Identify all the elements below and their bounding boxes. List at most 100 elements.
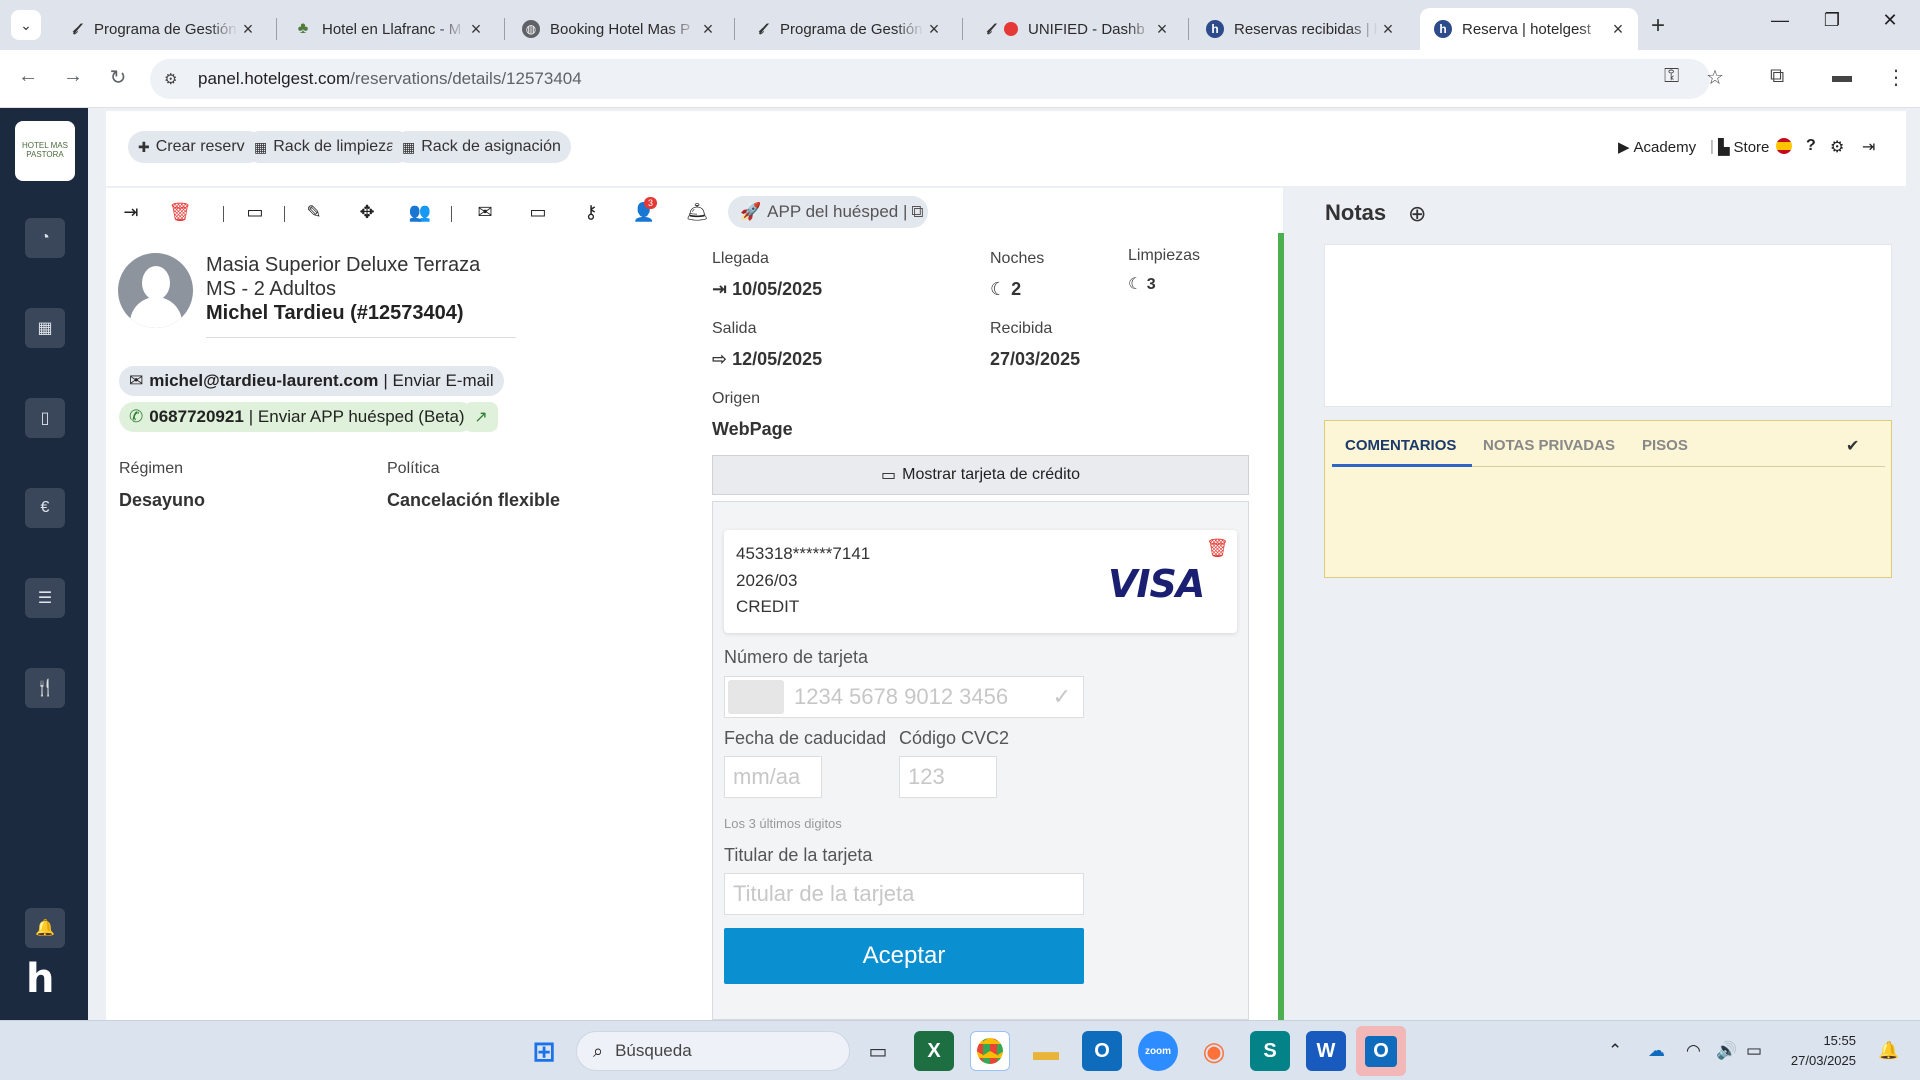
sharepoint-icon[interactable]: S — [1250, 1031, 1290, 1071]
utensils-icon[interactable]: 🍴 — [25, 668, 65, 708]
tab-notas-privadas[interactable]: NOTAS PRIVADAS — [1483, 437, 1615, 454]
outlook-icon[interactable]: O — [1082, 1031, 1122, 1071]
close-icon[interactable]: × — [466, 19, 486, 40]
close-icon[interactable]: × — [1378, 19, 1398, 40]
email-pill[interactable]: ✉ michel@tardieu-laurent.com | Enviar E-… — [119, 366, 504, 396]
zoom-icon[interactable]: zoom — [1138, 1031, 1178, 1071]
move-icon[interactable]: ✥ — [355, 202, 379, 223]
users-icon[interactable]: 👥 — [408, 202, 432, 223]
taskbar-search[interactable]: ⌕ Búsqueda — [576, 1031, 850, 1071]
pdf-icon[interactable]: ▭ — [243, 202, 267, 223]
browser-tab-1[interactable]: 𝓁 Programa de Gestión × — [52, 8, 268, 50]
password-key-icon[interactable]: ⚿ — [1664, 65, 1679, 88]
recording-dot-icon — [1004, 22, 1018, 36]
close-window-icon[interactable]: ✕ — [1870, 10, 1910, 31]
browser-tab-active[interactable]: h Reserva | hotelgest × — [1420, 8, 1638, 50]
help-icon[interactable]: ? — [1806, 137, 1816, 155]
browser-tab-5[interactable]: 𝓁 UNIFIED - Dashb × — [966, 8, 1182, 50]
firefox-icon[interactable]: ◉ — [1194, 1031, 1234, 1071]
euro-icon[interactable]: € — [25, 488, 65, 528]
close-icon[interactable]: × — [1608, 19, 1628, 40]
close-icon[interactable]: × — [1152, 19, 1172, 40]
tab-comentarios[interactable]: COMENTARIOS — [1345, 437, 1456, 454]
onedrive-icon[interactable]: ☁ — [1648, 1041, 1665, 1061]
store-link[interactable]: ▙ Store — [1718, 138, 1769, 157]
volume-icon[interactable]: 🔊 — [1716, 1041, 1737, 1061]
notes-box[interactable] — [1324, 244, 1892, 407]
battery-icon[interactable]: ▭ — [1746, 1041, 1762, 1061]
rack-limpiezas-button[interactable]: ▦ Rack de limpiezas — [244, 131, 414, 163]
browser-tab-6[interactable]: h Reservas recibidas | h × — [1192, 8, 1408, 50]
key-icon[interactable]: ⚷ — [579, 202, 603, 223]
envelope-icon[interactable]: ✉ — [473, 202, 497, 223]
task-view-icon[interactable]: ▭ — [858, 1031, 898, 1071]
logout-icon[interactable]: ⇥ — [1862, 137, 1875, 157]
phone-pill[interactable]: ✆ 0687720921 | Enviar APP huésped (Beta) — [119, 402, 475, 432]
expiry-input[interactable]: mm/aa — [724, 756, 822, 798]
pencil-icon[interactable]: ✎ — [302, 202, 326, 223]
show-credit-card-button[interactable]: ▭ Mostrar tarjeta de crédito — [712, 455, 1249, 495]
hotel-logo[interactable]: HOTEL MAS PASTORA — [15, 121, 75, 181]
list-icon[interactable]: ☰ — [25, 578, 65, 618]
close-icon[interactable]: × — [924, 19, 944, 40]
bell-icon[interactable]: 🔔 — [25, 908, 65, 948]
restore-icon[interactable]: ❐ — [1812, 10, 1852, 31]
main-content: ✚ Crear reserva ▦ Rack de limpiezas ▦ Ra… — [88, 108, 1920, 1080]
browser-menu-icon[interactable]: ⋮ — [1886, 65, 1906, 90]
external-link-icon[interactable]: ↗ — [464, 402, 498, 432]
spain-flag-icon[interactable] — [1776, 138, 1792, 154]
user-notifications-icon[interactable]: 👤 3 — [632, 197, 658, 223]
chevron-up-icon[interactable]: ⌃ — [1608, 1041, 1622, 1061]
url-bar[interactable]: ⚙ panel.hotelgest.com/reservations/detai… — [150, 59, 1710, 99]
gear-icon[interactable]: ⚙ — [1830, 137, 1844, 157]
browser-tab-3[interactable]: ◍ Booking Hotel Mas P × — [508, 8, 728, 50]
rack-asignacion-button[interactable]: ▦ Rack de asignación — [392, 131, 571, 163]
clock-time[interactable]: 15:55 — [1780, 1033, 1856, 1048]
cardholder-input[interactable]: Titular de la tarjeta — [724, 873, 1084, 915]
close-icon[interactable]: × — [238, 19, 258, 40]
close-icon[interactable]: × — [698, 19, 718, 40]
extensions-icon[interactable]: ⧉ — [1770, 65, 1784, 88]
minimize-icon[interactable]: — — [1760, 10, 1800, 31]
comments-panel: COMENTARIOS NOTAS PRIVADAS PISOS ✔ — [1324, 420, 1892, 578]
outlook-new-icon[interactable]: O — [1356, 1026, 1406, 1076]
windows-start-icon[interactable]: ⊞ — [524, 1031, 564, 1071]
excel-icon[interactable]: X — [914, 1031, 954, 1071]
forward-icon[interactable]: → — [58, 65, 88, 88]
file-icon[interactable]: ▯ — [25, 398, 65, 438]
reload-icon[interactable]: ↻ — [103, 65, 133, 90]
accept-button[interactable]: Aceptar — [724, 928, 1084, 984]
tab-pisos[interactable]: PISOS — [1642, 437, 1688, 454]
calendar-icon[interactable]: ▦ — [25, 308, 65, 348]
room-service-icon[interactable]: 🛎 — [685, 202, 709, 223]
tab-search-button[interactable]: ⌄ — [11, 10, 41, 40]
credit-card-icon[interactable]: ▭ — [526, 202, 550, 223]
app-huesped-button[interactable]: 🚀 APP del huésped | ⧉ — [728, 196, 928, 228]
llegada-value: ⇥ 10/05/2025 — [712, 279, 823, 299]
add-note-icon[interactable]: ⊕ — [1408, 201, 1426, 227]
academy-link[interactable]: ▶ Academy — [1618, 138, 1696, 157]
wifi-icon[interactable]: ◠ — [1686, 1041, 1701, 1061]
copy-icon[interactable]: ⧉ — [911, 202, 923, 222]
clock-date[interactable]: 27/03/2025 — [1780, 1053, 1856, 1068]
bookmark-star-icon[interactable]: ☆ — [1706, 65, 1724, 90]
check-circle-icon[interactable]: ✔ — [1846, 436, 1859, 456]
word-icon[interactable]: W — [1306, 1031, 1346, 1071]
notifications-icon[interactable]: 🔔 — [1878, 1041, 1899, 1061]
back-icon[interactable]: ← — [13, 65, 43, 88]
card-number-input[interactable]: 1234 5678 9012 3456 ✓ — [724, 676, 1084, 718]
card-number: 453318******7141 — [736, 544, 871, 563]
pie-chart-icon[interactable]: ◔ — [25, 218, 65, 258]
browser-tab-2[interactable]: ♣ Hotel en Llafranc - M × — [280, 8, 496, 50]
origen-label: Origen — [712, 390, 761, 407]
cvc-input[interactable]: 123 — [899, 756, 997, 798]
chrome-icon[interactable] — [970, 1031, 1010, 1071]
site-info-icon[interactable]: ⚙ — [164, 70, 184, 88]
trash-icon[interactable]: 🗑 — [168, 202, 192, 223]
file-explorer-icon[interactable]: ▬ — [1026, 1031, 1066, 1071]
browser-tab-4[interactable]: 𝓁 Programa de Gestión × — [738, 8, 954, 50]
profile-icon[interactable]: ▬ — [1832, 65, 1852, 88]
new-tab-button[interactable]: + — [1651, 12, 1665, 40]
trash-icon[interactable]: 🗑 — [1206, 538, 1229, 559]
checkin-icon[interactable]: ⇥ — [119, 202, 143, 223]
